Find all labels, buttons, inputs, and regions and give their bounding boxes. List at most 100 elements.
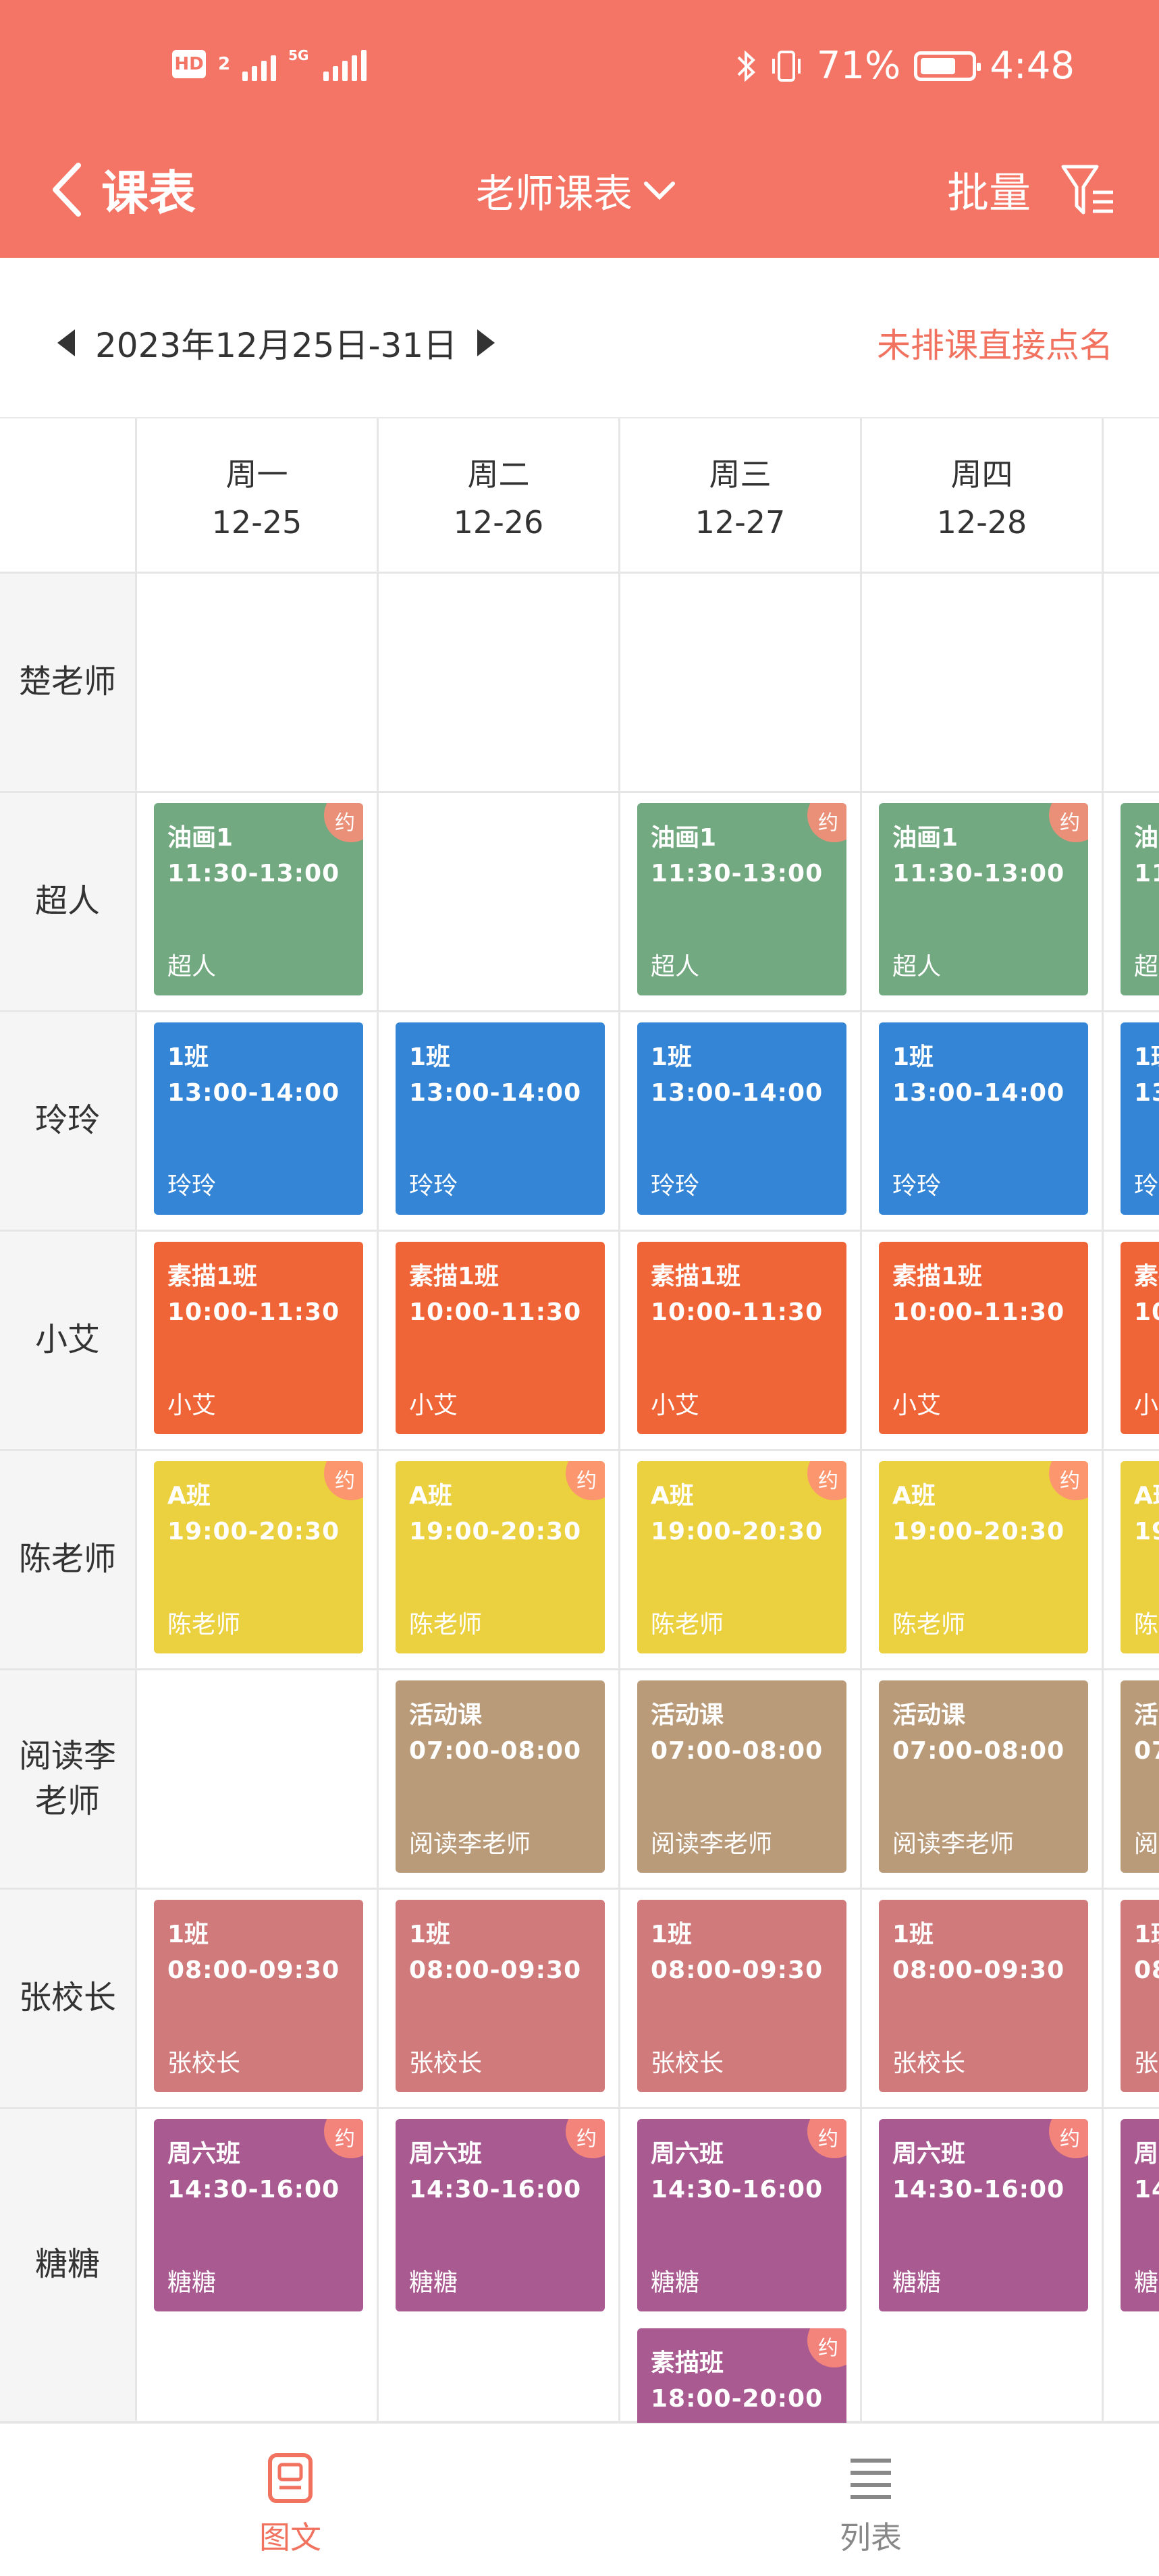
status-left: HD 2 5G	[172, 47, 367, 81]
class-name: 1班	[651, 1043, 693, 1071]
class-card[interactable]: 油画1 11:30-13:00 超人 约	[637, 803, 846, 995]
teacher-name: 玲玲	[0, 1012, 137, 1232]
class-card[interactable]: 素描班 18:00-20:00 约	[637, 2328, 846, 2423]
batch-button[interactable]: 批量	[947, 159, 1031, 219]
day-weekday: 周一	[225, 456, 288, 493]
schedule-type-dropdown[interactable]: 老师课表	[476, 162, 678, 219]
class-card[interactable]: A班 19:00-20:30 陈老师 约	[154, 1461, 363, 1653]
class-time: 11:30-13:00	[892, 860, 1065, 887]
class-card[interactable]: 周六班 14:30-16:00 糖糖 约	[879, 2119, 1088, 2311]
class-card[interactable]: 1班 13:00-14:00 玲玲	[879, 1022, 1088, 1215]
schedule-cell[interactable]	[1104, 574, 1159, 793]
tab-graphic-label: 图文	[259, 2519, 321, 2556]
schedule-cell[interactable]	[137, 574, 379, 793]
class-card[interactable]: A班 19:00-20:30 陈老师 约	[879, 1461, 1088, 1653]
class-teacher: 陈老师	[409, 1611, 483, 1639]
teacher-name: 陈老师	[0, 1451, 137, 1670]
class-teacher: 张校长	[409, 2050, 483, 2077]
class-card[interactable]: 1班 08:00-09:30 张校长	[154, 1900, 363, 2092]
class-card[interactable]: 油画1 11:30-13:00 超人	[1121, 803, 1159, 995]
class-card[interactable]: 1班 08:00-09:30 张校长	[879, 1900, 1088, 2092]
status-right: 71% 4:48	[736, 44, 1075, 88]
schedule-cell[interactable]	[379, 574, 620, 793]
class-time: 19:00-20:30	[892, 1518, 1065, 1545]
class-card[interactable]: 1班 08:00-09:30 张校长	[637, 1900, 846, 2092]
week-bar: 2023年12月25日-31日 未排课直接点名	[0, 258, 1159, 418]
class-name: 素描1班	[892, 1263, 983, 1290]
bottom-tab-bar: 图文 列表	[0, 2423, 1159, 2576]
class-card[interactable]: 周六班 14:30-16:00 糖糖	[1121, 2119, 1159, 2311]
tab-graphic[interactable]: 图文	[189, 2451, 392, 2558]
status-bar: HD 2 5G 71% 4:48	[0, 0, 1159, 142]
class-card[interactable]: 素描1班 10:00-11:30 小艾	[1121, 1242, 1159, 1434]
class-teacher: 陈老师	[651, 1611, 724, 1639]
class-time: 19:00-20:30	[1134, 1518, 1159, 1545]
class-name: 油画1	[651, 824, 717, 852]
class-card[interactable]: A班 19:00-20:30 陈老师 约	[396, 1461, 605, 1653]
class-card[interactable]: 1班 13:00-14:00 玲玲	[154, 1022, 363, 1215]
class-time: 08:00-09:30	[1134, 1956, 1159, 1984]
tab-list[interactable]: 列表	[770, 2451, 972, 2558]
class-card[interactable]: 周六班 14:30-16:00 糖糖 约	[637, 2119, 846, 2311]
class-card[interactable]: A班 19:00-20:30 陈老师	[1121, 1461, 1159, 1653]
prev-week-icon[interactable]	[57, 329, 75, 356]
class-time: 13:00-14:00	[409, 1079, 582, 1107]
class-card[interactable]: 1班 13:00-14:00 玲玲	[637, 1022, 846, 1215]
schedule-cell[interactable]	[379, 793, 620, 1012]
filter-icon[interactable]	[1058, 159, 1118, 219]
teacher-name: 张校长	[0, 1890, 137, 2109]
week-range: 2023年12月25日-31日	[95, 326, 458, 365]
class-name: A班	[1134, 1482, 1159, 1510]
class-card[interactable]: A班 19:00-20:30 陈老师 约	[637, 1461, 846, 1653]
class-card[interactable]: 1班 13:00-14:00 玲玲	[396, 1022, 605, 1215]
schedule-cell[interactable]	[862, 574, 1104, 793]
class-name: 活动课	[409, 1701, 483, 1729]
class-name: 素描1班	[1134, 1263, 1159, 1290]
class-card[interactable]: 1班 08:00-09:30 张校长	[396, 1900, 605, 2092]
class-teacher: 糖糖	[892, 2269, 942, 2297]
day-weekday: 周二	[467, 456, 530, 493]
battery-percent: 71%	[816, 44, 901, 88]
class-card[interactable]: 素描1班 10:00-11:30 小艾	[637, 1242, 846, 1434]
clock: 4:48	[990, 44, 1075, 88]
class-name: 1班	[892, 1043, 934, 1071]
booking-badge-label: 约	[335, 811, 355, 835]
back-button[interactable]: 课表	[47, 155, 196, 223]
booking-badge-label: 约	[818, 2336, 838, 2360]
class-time: 13:00-14:00	[892, 1079, 1065, 1107]
direct-rollcall-link[interactable]: 未排课直接点名	[877, 319, 1113, 367]
class-card[interactable]: 活动课 07:00-08:00 阅读李老师	[637, 1680, 846, 1873]
signal-icon	[242, 47, 277, 81]
class-card[interactable]: 周六班 14:30-16:00 糖糖 约	[154, 2119, 363, 2311]
class-card[interactable]: 活动课 07:00-08:00 阅读李老师	[1121, 1680, 1159, 1873]
class-time: 08:00-09:30	[167, 1956, 340, 1984]
class-card[interactable]: 油画1 11:30-13:00 超人 约	[879, 803, 1088, 995]
class-card[interactable]: 1班 13:00-14:00 玲玲	[1121, 1022, 1159, 1215]
chevron-left-icon	[53, 162, 81, 217]
class-card[interactable]: 周六班 14:30-16:00 糖糖 约	[396, 2119, 605, 2311]
schedule-cell[interactable]	[137, 1670, 379, 1890]
class-teacher: 阅读李老师	[409, 1830, 531, 1858]
schedule-cell[interactable]	[620, 574, 862, 793]
class-name: 活动课	[892, 1701, 966, 1729]
booking-badge-label: 约	[576, 1469, 597, 1493]
battery-icon	[914, 51, 981, 81]
class-card[interactable]: 素描1班 10:00-11:30 小艾	[396, 1242, 605, 1434]
class-name: 周六班	[1134, 2140, 1159, 2168]
class-time: 10:00-11:30	[167, 1298, 340, 1326]
booking-badge-label: 约	[818, 2127, 838, 2151]
class-teacher: 超人	[892, 953, 942, 981]
class-name: 素描1班	[167, 1263, 258, 1290]
class-card[interactable]: 素描1班 10:00-11:30 小艾	[879, 1242, 1088, 1434]
next-week-icon[interactable]	[477, 329, 495, 356]
class-time: 19:00-20:30	[651, 1518, 824, 1545]
class-card[interactable]: 活动课 07:00-08:00 阅读李老师	[396, 1680, 605, 1873]
tab-list-label: 列表	[840, 2519, 902, 2556]
class-card[interactable]: 素描1班 10:00-11:30 小艾	[154, 1242, 363, 1434]
class-card[interactable]: 1班 08:00-09:30 张校长	[1121, 1900, 1159, 2092]
nav-actions: 批量	[947, 159, 1118, 219]
5g-label: 5G	[288, 47, 309, 63]
class-card[interactable]: 油画1 11:30-13:00 超人 约	[154, 803, 363, 995]
class-time: 11:30-13:00	[1134, 860, 1159, 887]
class-card[interactable]: 活动课 07:00-08:00 阅读李老师	[879, 1680, 1088, 1873]
